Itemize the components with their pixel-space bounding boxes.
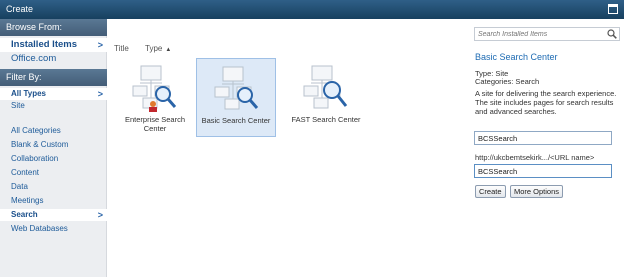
browse-item-label: Installed Items	[11, 39, 77, 50]
search-input[interactable]	[475, 28, 605, 40]
template-tile-enterprise-search[interactable]: Enterprise Search Center	[115, 58, 195, 137]
fast-search-site-icon	[303, 65, 348, 109]
category-item-data[interactable]: Data	[0, 181, 107, 193]
url-name-input[interactable]	[475, 165, 607, 177]
url-name-field[interactable]	[474, 164, 612, 178]
template-gallery: Title Type ▲ Enterprise Search Center Ba…	[108, 19, 470, 277]
filter-item-all-types[interactable]: All Types >	[0, 88, 107, 100]
chevron-right-icon: >	[97, 89, 103, 99]
template-tile-basic-search[interactable]: Basic Search Center	[196, 58, 276, 137]
category-item-label: Web Databases	[11, 224, 68, 233]
chevron-right-icon: >	[97, 40, 103, 50]
category-item-search[interactable]: Search >	[0, 209, 107, 221]
category-item-web-databases[interactable]: Web Databases	[0, 223, 107, 235]
filter-item-label: Site	[11, 101, 25, 110]
filter-item-site[interactable]: Site	[0, 100, 107, 112]
browse-item-label: Office.com	[11, 53, 57, 64]
category-item-label: All Categories	[11, 126, 61, 135]
browse-item-installed-items[interactable]: Installed Items >	[0, 38, 107, 52]
window-title: Create	[6, 4, 34, 14]
template-label: Basic Search Center	[201, 116, 271, 125]
template-categories: Categories: Search	[475, 77, 540, 86]
template-title: Basic Search Center	[475, 52, 558, 62]
sort-by-type-label: Type	[145, 44, 163, 53]
category-item-label: Collaboration	[11, 154, 59, 163]
basic-search-site-icon	[214, 66, 259, 110]
url-prefix: http://ukcbemtsekirk.../<URL name>	[475, 153, 595, 162]
window-titlebar: Create	[0, 0, 624, 19]
filter-item-label: All Types	[11, 89, 46, 98]
browse-from-header: Browse From:	[0, 19, 107, 36]
category-item-label: Data	[11, 182, 28, 191]
sort-ascending-icon: ▲	[165, 47, 172, 53]
template-label: FAST Search Center	[291, 115, 361, 124]
sort-by-title[interactable]: Title	[114, 44, 129, 53]
category-item-all-categories[interactable]: All Categories	[0, 125, 107, 137]
category-item-meetings[interactable]: Meetings	[0, 195, 107, 207]
installed-items-search[interactable]	[474, 27, 620, 41]
chevron-right-icon: >	[97, 210, 103, 220]
title-input[interactable]	[475, 132, 607, 144]
details-pane: Basic Search Center Type: Site Categorie…	[470, 19, 624, 277]
search-icon[interactable]	[607, 29, 617, 39]
category-item-label: Meetings	[11, 196, 44, 205]
filter-by-header: Filter By:	[0, 69, 107, 86]
sidebar: Browse From: Installed Items > Office.co…	[0, 19, 107, 277]
create-button[interactable]: Create	[475, 185, 506, 198]
template-label: Enterprise Search Center	[124, 115, 186, 133]
category-item-content[interactable]: Content	[0, 167, 107, 179]
more-options-button[interactable]: More Options	[510, 185, 564, 198]
browse-item-office-com[interactable]: Office.com	[0, 52, 107, 66]
title-field[interactable]	[474, 131, 612, 145]
category-item-label: Content	[11, 168, 40, 177]
category-item-collaboration[interactable]: Collaboration	[0, 153, 107, 165]
category-item-label: Blank & Custom	[11, 140, 69, 149]
template-tile-fast-search[interactable]: FAST Search Center	[286, 58, 366, 137]
category-item-label: Search	[11, 210, 38, 219]
enterprise-search-site-icon	[132, 65, 177, 112]
category-item-blank-custom[interactable]: Blank & Custom	[0, 139, 107, 151]
maximize-icon[interactable]	[608, 4, 618, 14]
template-description: A site for delivering the search experie…	[475, 89, 617, 116]
sort-by-type[interactable]: Type ▲	[145, 44, 171, 53]
